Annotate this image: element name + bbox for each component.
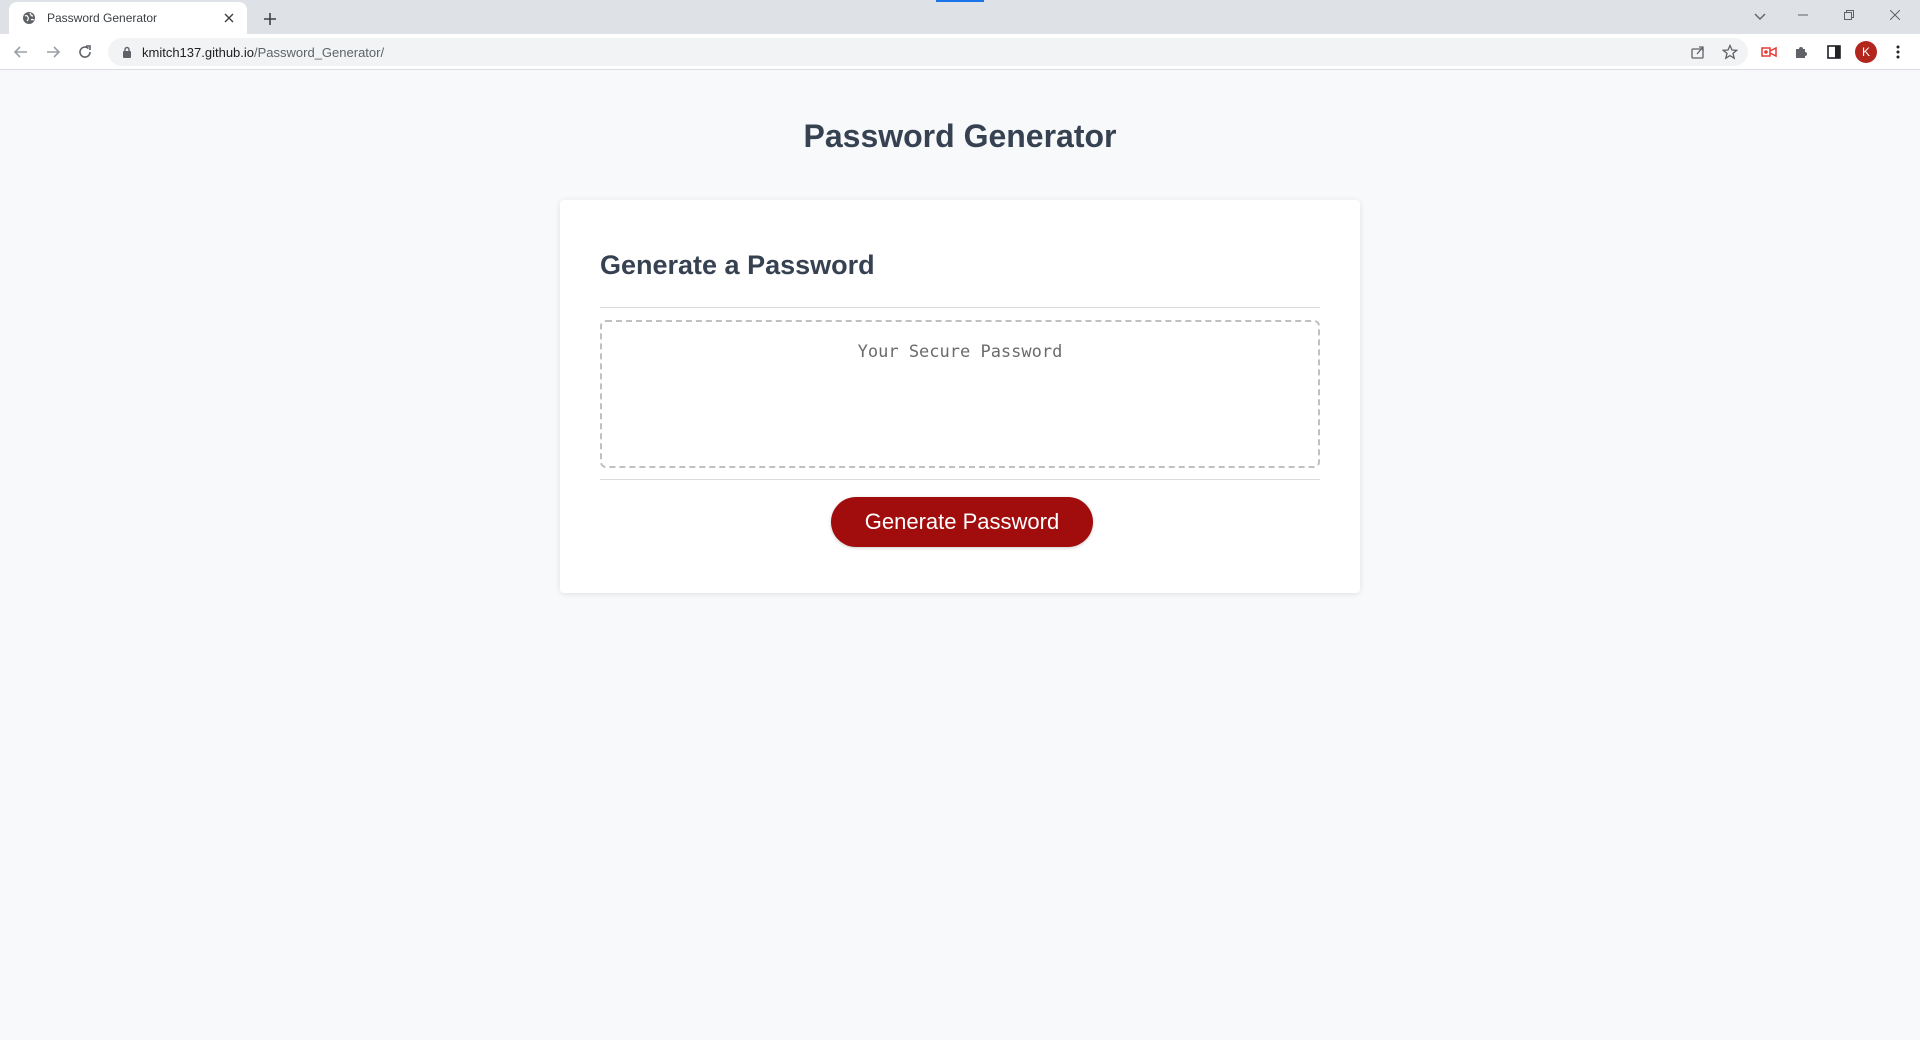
tab-strip: Password Generator — [0, 0, 1920, 34]
browser-tab[interactable]: Password Generator — [9, 2, 247, 34]
minimize-button[interactable] — [1780, 0, 1826, 30]
tab-search-icon[interactable] — [1748, 5, 1772, 29]
profile-avatar[interactable]: K — [1855, 41, 1877, 63]
side-panel-icon[interactable] — [1820, 38, 1848, 66]
url-path: /Password_Generator/ — [254, 44, 385, 60]
card-footer-divider — [600, 479, 1320, 480]
new-tab-button[interactable] — [258, 7, 282, 31]
card-header-divider — [600, 307, 1320, 308]
forward-button[interactable] — [39, 38, 67, 66]
card-header: Generate a Password — [600, 250, 875, 280]
generator-card: Generate a Password Generate Password — [560, 200, 1360, 593]
url-text: kmitch137.github.io/Password_Generator/ — [142, 45, 384, 60]
generate-password-button[interactable]: Generate Password — [831, 497, 1093, 547]
password-output[interactable] — [600, 320, 1320, 468]
reload-button[interactable] — [71, 38, 99, 66]
lock-icon[interactable] — [120, 45, 134, 59]
close-tab-icon[interactable] — [221, 10, 237, 26]
url-host: kmitch137.github.io — [142, 44, 255, 60]
back-button[interactable] — [7, 38, 35, 66]
share-icon[interactable] — [1684, 38, 1712, 66]
extension-record-icon[interactable] — [1755, 38, 1783, 66]
tab-title: Password Generator — [47, 11, 158, 25]
restore-button[interactable] — [1826, 0, 1872, 30]
extensions-puzzle-icon[interactable] — [1787, 38, 1815, 66]
close-window-button[interactable] — [1872, 0, 1918, 30]
page-title: Password Generator — [803, 118, 1117, 154]
browser-toolbar: kmitch137.github.io/Password_Generator/ — [0, 34, 1920, 70]
tab-accent-indicator — [936, 0, 984, 2]
bookmark-star-icon[interactable] — [1716, 38, 1744, 66]
globe-icon — [21, 10, 37, 26]
menu-kebab-icon[interactable] — [1884, 38, 1912, 66]
address-bar[interactable]: kmitch137.github.io/Password_Generator/ — [108, 38, 1748, 66]
